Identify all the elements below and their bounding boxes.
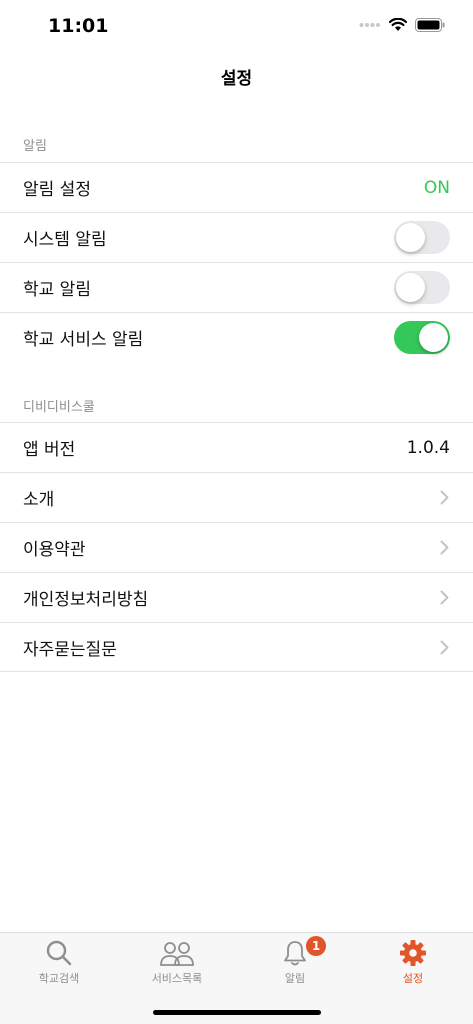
row-terms[interactable]: 이용약관 bbox=[0, 522, 473, 572]
row-privacy-policy[interactable]: 개인정보처리방침 bbox=[0, 572, 473, 622]
row-alert-setting[interactable]: 알림 설정 ON bbox=[0, 162, 473, 212]
section-header-label: 디비디비스쿨 bbox=[23, 400, 95, 415]
chevron-right-icon bbox=[440, 540, 449, 555]
tab-service-list[interactable]: 서비스목록 bbox=[118, 933, 236, 993]
tab-school-search[interactable]: 학교검색 bbox=[0, 933, 118, 993]
school-service-alert-toggle[interactable] bbox=[394, 320, 450, 354]
tab-label: 서비스목록 bbox=[151, 972, 203, 985]
app-version-value: 1.0.4 bbox=[406, 437, 450, 458]
alert-setting-status: ON bbox=[423, 177, 450, 198]
page-title: 설정 bbox=[220, 68, 253, 89]
row-label: 자주묻는질문 bbox=[23, 639, 117, 660]
section-header-app: 디비디비스쿨 bbox=[0, 361, 473, 423]
row-school-alert: 학교 알림 bbox=[0, 262, 473, 312]
chevron-right-icon bbox=[440, 640, 449, 655]
row-label: 앱 버전 bbox=[23, 440, 76, 460]
tab-alerts[interactable]: 1 알림 bbox=[236, 933, 354, 993]
people-icon bbox=[160, 942, 194, 966]
section-header-alerts: 알림 bbox=[0, 100, 473, 162]
row-label: 이용약관 bbox=[23, 540, 86, 560]
row-label: 학교 알림 bbox=[23, 280, 91, 300]
row-label: 시스템 알림 bbox=[23, 230, 107, 250]
search-icon bbox=[46, 940, 72, 966]
row-intro[interactable]: 소개 bbox=[0, 472, 473, 522]
row-label: 소개 bbox=[23, 490, 55, 510]
gear-icon bbox=[400, 940, 426, 966]
status-time: 11:01 bbox=[48, 15, 109, 37]
row-system-alert: 시스템 알림 bbox=[0, 212, 473, 262]
tab-label: 설정 bbox=[402, 972, 424, 985]
tab-label: 학교검색 bbox=[38, 972, 80, 985]
notification-badge: 1 bbox=[306, 936, 326, 956]
wifi-icon bbox=[389, 18, 407, 31]
row-label: 학교 서비스 알림 bbox=[23, 329, 144, 350]
row-label: 개인정보처리방침 bbox=[23, 590, 149, 610]
toggle-knob bbox=[396, 273, 425, 302]
system-alert-toggle[interactable] bbox=[394, 221, 450, 254]
row-label: 알림 설정 bbox=[23, 180, 91, 200]
tab-bar: 학교검색 서비스목록 1 알림 설정 bbox=[0, 932, 473, 1024]
home-indicator[interactable] bbox=[153, 1010, 321, 1015]
school-alert-toggle[interactable] bbox=[394, 271, 450, 304]
status-icons bbox=[359, 18, 445, 32]
row-faq[interactable]: 자주묻는질문 bbox=[0, 622, 473, 672]
bell-icon bbox=[284, 941, 306, 966]
toggle-knob bbox=[419, 322, 448, 352]
toggle-knob bbox=[396, 223, 425, 252]
tab-label: 알림 bbox=[284, 972, 306, 985]
section-header-label: 알림 bbox=[23, 139, 47, 154]
row-app-version: 앱 버전 1.0.4 bbox=[0, 422, 473, 472]
row-school-service-alert: 학교 서비스 알림 bbox=[0, 312, 473, 362]
cellular-signal-icon bbox=[359, 23, 380, 27]
battery-icon bbox=[415, 18, 445, 32]
status-bar: 11:01 bbox=[0, 0, 473, 52]
chevron-right-icon bbox=[440, 490, 449, 505]
tab-settings[interactable]: 설정 bbox=[354, 933, 472, 993]
chevron-right-icon bbox=[440, 590, 449, 605]
navigation-bar: 설정 bbox=[0, 52, 473, 100]
